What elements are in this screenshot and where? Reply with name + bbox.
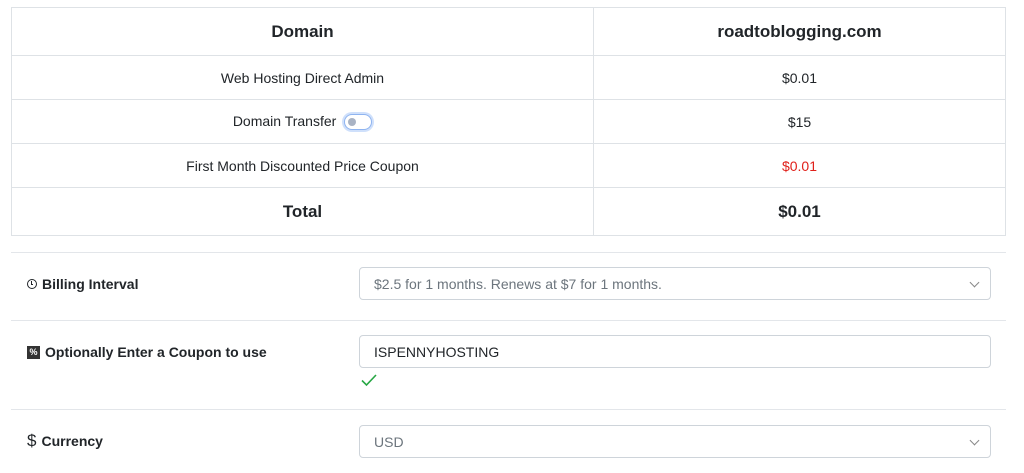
divider xyxy=(11,320,1006,321)
currency-label-text: Currency xyxy=(41,432,103,449)
billing-interval-label: Billing Interval xyxy=(27,276,138,292)
domain-transfer-toggle[interactable] xyxy=(344,114,373,131)
toggle-knob xyxy=(348,118,357,127)
row-label: Domain Transfer xyxy=(232,112,337,129)
clock-icon xyxy=(27,279,37,289)
row-label: Web Hosting Direct Admin xyxy=(11,55,594,100)
divider xyxy=(11,409,1006,410)
row-value-discount: $0.01 xyxy=(593,143,1006,188)
dollar-icon: $ xyxy=(27,431,37,450)
header-domain-label: Domain xyxy=(11,7,594,56)
billing-interval-select[interactable]: $2.5 for 1 months. Renews at $7 for 1 mo… xyxy=(359,267,991,300)
currency-label: $ Currency xyxy=(27,432,103,449)
table-row: First Month Discounted Price Coupon $0.0… xyxy=(11,143,1006,188)
total-value: $0.01 xyxy=(593,187,1006,236)
coupon-icon: % xyxy=(27,345,40,359)
order-summary-table: Domain roadtoblogging.com Web Hosting Di… xyxy=(11,7,1006,236)
table-header-row: Domain roadtoblogging.com xyxy=(11,7,1006,56)
table-total-row: Total $0.01 xyxy=(11,187,1006,236)
header-domain-name: roadtoblogging.com xyxy=(593,7,1006,56)
coupon-label-text: Optionally Enter a Coupon to use xyxy=(45,344,267,360)
coupon-input-value: ISPENNYHOSTING xyxy=(374,343,500,360)
row-value: $0.01 xyxy=(593,55,1006,100)
currency-select[interactable]: USD xyxy=(359,425,991,458)
table-row: Web Hosting Direct Admin $0.01 xyxy=(11,55,1006,100)
coupon-label: % Optionally Enter a Coupon to use xyxy=(27,344,267,360)
check-icon xyxy=(361,374,377,387)
table-row: Domain Transfer $15 xyxy=(11,99,1006,144)
currency-value: USD xyxy=(374,433,404,450)
row-value: $15 xyxy=(593,99,1006,144)
billing-interval-value: $2.5 for 1 months. Renews at $7 for 1 mo… xyxy=(374,275,662,292)
coupon-input[interactable]: ISPENNYHOSTING xyxy=(359,335,991,368)
billing-interval-text: Billing Interval xyxy=(42,276,139,292)
total-label: Total xyxy=(11,187,594,236)
divider xyxy=(11,252,1006,253)
row-label-cell: Domain Transfer xyxy=(11,99,594,144)
row-label: First Month Discounted Price Coupon xyxy=(11,143,594,188)
order-summary-page: Domain roadtoblogging.com Web Hosting Di… xyxy=(0,0,1024,473)
